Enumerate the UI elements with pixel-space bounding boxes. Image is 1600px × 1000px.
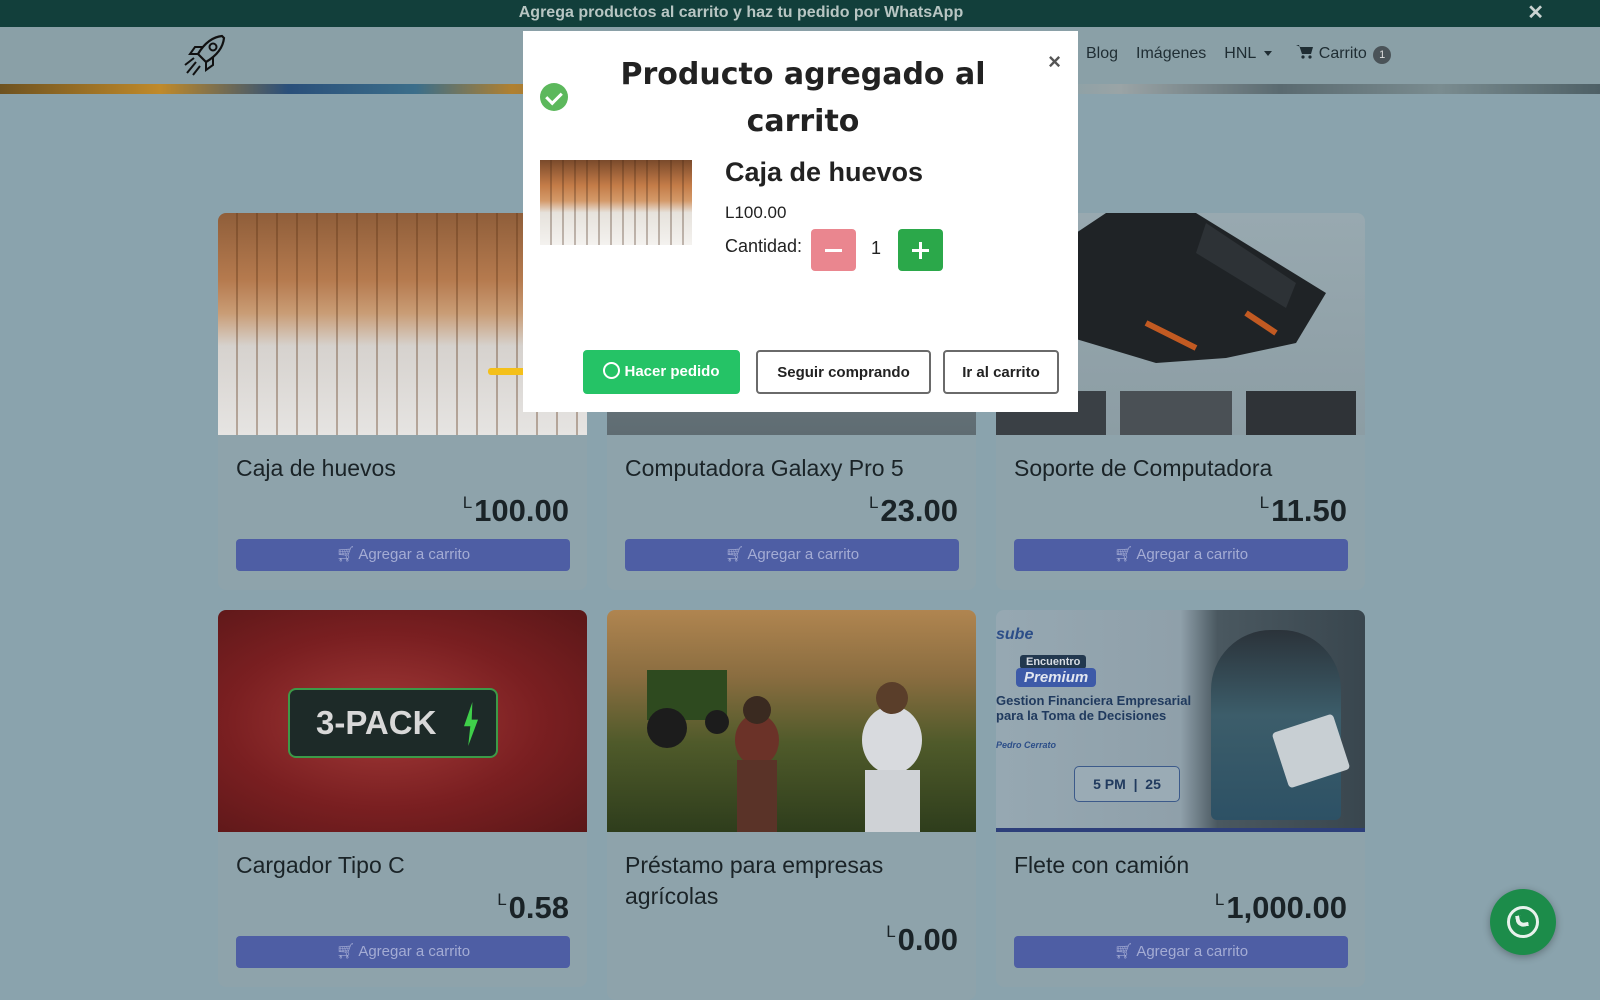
add-to-cart-button[interactable]: 🛒︎ Agregar a carrito <box>1014 936 1348 968</box>
whatsapp-float-button[interactable] <box>1490 889 1556 955</box>
course-tag: Encuentro <box>1020 655 1087 669</box>
cart-icon: 🛒︎ <box>1113 546 1133 563</box>
announcement-text: Agrega productos al carrito y haz tu ped… <box>518 4 964 21</box>
close-icon[interactable]: × <box>1048 49 1061 75</box>
product-thumbnail <box>540 160 692 245</box>
bolt-icon <box>464 702 478 746</box>
cart-link[interactable]: Carrito 1 <box>1296 44 1392 64</box>
course-brand: sube <box>996 626 1034 643</box>
add-to-cart-button[interactable]: 🛒︎ Agregar a carrito <box>236 936 570 968</box>
farm-illustration <box>647 670 922 832</box>
product-image[interactable]: sube Encuentro Premium Gestion Financier… <box>996 610 1365 832</box>
cart-icon: 🛒︎ <box>724 546 744 563</box>
nav-link-images[interactable]: Imágenes <box>1136 45 1206 63</box>
product-name[interactable]: Computadora Galaxy Pro 5 <box>625 453 955 484</box>
product-name[interactable]: Flete con camión <box>1014 850 1344 881</box>
go-to-cart-button[interactable]: Ir al carrito <box>943 350 1059 394</box>
product-price: L11.50 <box>1259 493 1347 528</box>
quantity-decrease-button[interactable] <box>811 229 856 271</box>
close-icon[interactable]: ✕ <box>1527 0 1544 26</box>
modal-product-price: L100.00 <box>725 203 787 222</box>
course-tag: Premium <box>1016 668 1097 687</box>
course-schedule: 5 PM | 25 <box>1074 766 1180 802</box>
rocket-logo-icon[interactable] <box>182 32 228 78</box>
cart-label: Carrito <box>1318 45 1367 62</box>
product-price: L23.00 <box>868 493 958 528</box>
product-price: L1,000.00 <box>1214 890 1347 925</box>
product-name[interactable]: Caja de huevos <box>236 453 566 484</box>
announcement-bar: Agrega productos al carrito y haz tu ped… <box>0 0 1600 27</box>
caret-down-icon <box>1264 51 1273 57</box>
added-to-cart-modal: Producto agregado al carrito × Caja de h… <box>523 31 1078 412</box>
currency-dropdown[interactable]: HNL <box>1224 45 1273 63</box>
cart-count-badge: 1 <box>1373 46 1392 64</box>
cart-icon: 🛒︎ <box>1113 943 1133 960</box>
whatsapp-icon <box>603 362 621 379</box>
add-to-cart-button[interactable]: 🛒︎ Agregar a carrito <box>625 539 959 571</box>
product-name[interactable]: Préstamo para empresas agrícolas <box>625 850 955 912</box>
currency-label: HNL <box>1224 45 1257 62</box>
add-to-cart-button[interactable]: 🛒︎ Agregar a carrito <box>236 539 570 571</box>
pack-label: 3-PACK <box>288 688 498 758</box>
product-card[interactable]: Préstamo para empresas agrícolas L0.00 <box>607 610 976 1000</box>
product-card[interactable]: 3-PACK Cargador Tipo C L0.58 🛒︎ Agregar … <box>218 610 587 987</box>
modal-product-name: Caja de huevos <box>725 157 924 187</box>
cart-icon <box>1296 45 1314 59</box>
course-title: Gestion Financiera Empresarial para la T… <box>996 693 1192 723</box>
continue-shopping-button[interactable]: Seguir comprando <box>756 350 931 394</box>
modal-title: Producto agregado al carrito <box>620 57 986 139</box>
order-whatsapp-button[interactable]: Hacer pedido <box>583 350 740 394</box>
product-price: L100.00 <box>462 493 569 528</box>
nav-links: Blog Imágenes HNL Carrito 1 <box>1086 44 1392 64</box>
quantity-increase-button[interactable] <box>898 229 943 271</box>
add-to-cart-button[interactable]: 🛒︎ Agregar a carrito <box>1014 539 1348 571</box>
product-name[interactable]: Soporte de Computadora <box>1014 453 1344 484</box>
product-image[interactable]: 3-PACK <box>218 610 587 832</box>
product-price: L0.58 <box>497 890 569 925</box>
course-author: Pedro Cerrato <box>996 740 1057 750</box>
product-card[interactable]: sube Encuentro Premium Gestion Financier… <box>996 610 1365 987</box>
product-name[interactable]: Cargador Tipo C <box>236 850 566 881</box>
product-price: L0.00 <box>886 922 958 957</box>
nav-link-blog[interactable]: Blog <box>1086 45 1118 63</box>
product-image[interactable] <box>607 610 976 832</box>
cart-icon: 🛒︎ <box>335 943 355 960</box>
quantity-label: Cantidad: <box>725 236 803 256</box>
quantity-value: 1 <box>870 238 881 258</box>
course-underline <box>996 828 1365 832</box>
check-circle-icon <box>540 83 568 111</box>
cart-icon: 🛒︎ <box>335 546 355 563</box>
